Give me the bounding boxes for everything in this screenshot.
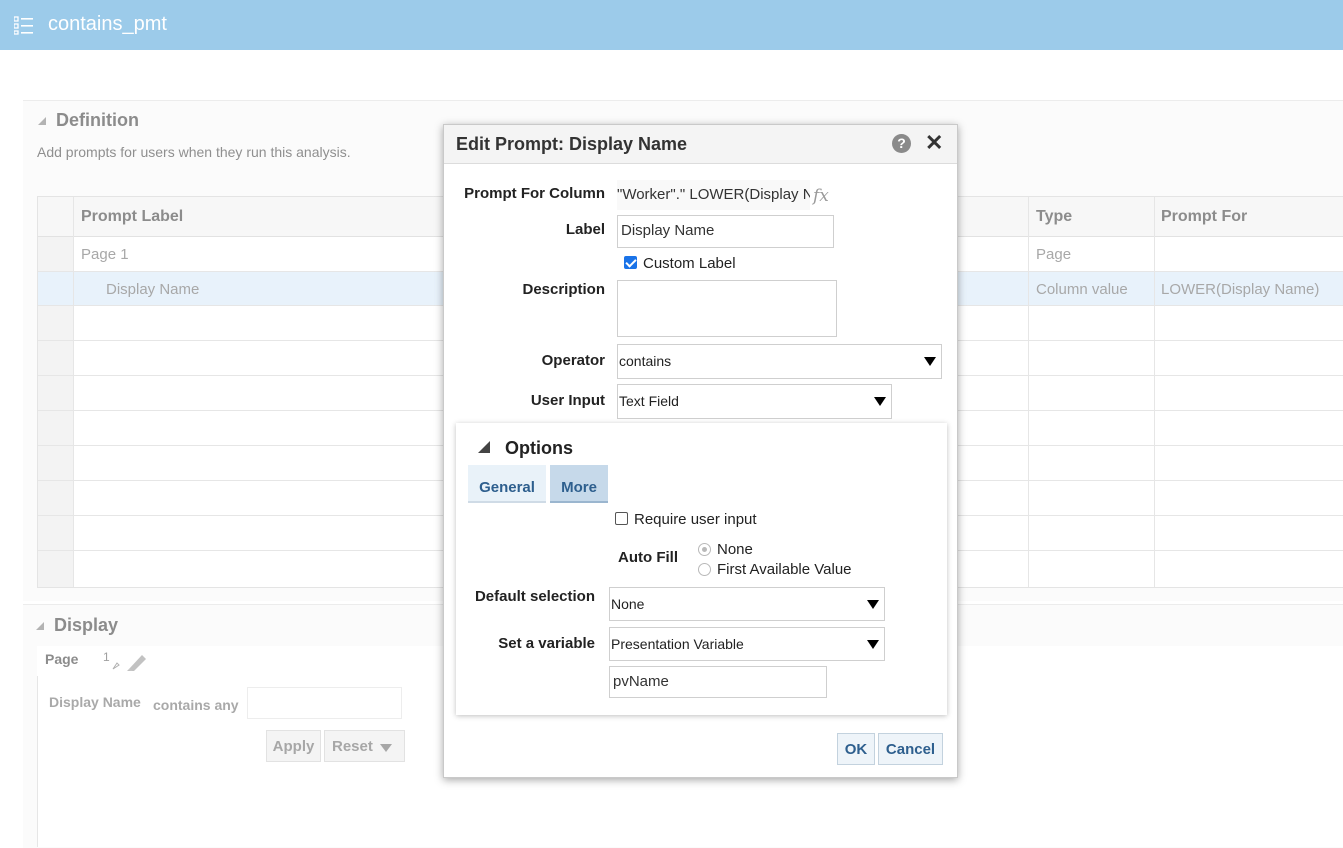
- default-selection-label: Default selection: [474, 588, 595, 605]
- auto-fill-first-text: First Available Value: [717, 561, 852, 578]
- table-row-page-label[interactable]: Page 1: [81, 246, 129, 263]
- app-header: contains_pmt: [0, 0, 1343, 50]
- prompt-for-column-label: Prompt For Column: [464, 185, 605, 202]
- display-header[interactable]: Display: [36, 615, 118, 636]
- set-variable-label: Set a variable: [498, 635, 595, 652]
- operator-label: Operator: [541, 352, 605, 369]
- description-textarea[interactable]: [617, 280, 837, 337]
- table-row-page-type: Page: [1036, 246, 1072, 263]
- page-title: contains_pmt: [48, 13, 167, 35]
- variable-name-input[interactable]: pvName: [609, 666, 827, 698]
- user-input-select[interactable]: Text Field: [617, 384, 892, 419]
- chevron-down-icon: [380, 744, 392, 752]
- require-user-input-checkbox[interactable]: [615, 512, 628, 525]
- table-row-prompt-label[interactable]: Display Name: [106, 281, 199, 298]
- dialog-title: Edit Prompt: Display Name: [456, 134, 688, 154]
- custom-label-checkbox[interactable]: [624, 256, 637, 269]
- auto-fill-label: Auto Fill: [618, 549, 678, 566]
- close-icon[interactable]: ✕: [925, 130, 943, 156]
- label-field-label: Label: [565, 221, 605, 238]
- chevron-down-icon: [874, 397, 886, 406]
- definition-header[interactable]: Definition: [38, 110, 139, 131]
- tab-general[interactable]: General: [468, 465, 546, 503]
- help-icon[interactable]: ?: [892, 134, 911, 153]
- reset-button[interactable]: Reset: [324, 730, 405, 762]
- definition-hint: Add prompts for users when they run this…: [37, 144, 351, 160]
- preview-operator: contains any: [153, 697, 239, 713]
- edit-prompt-dialog: Edit Prompt: Display Name ? ✕ Prompt For…: [443, 124, 958, 778]
- user-input-label: User Input: [530, 392, 605, 409]
- label-input[interactable]: Display Name: [617, 215, 834, 248]
- chevron-down-icon: [924, 357, 936, 366]
- tab-more[interactable]: More: [550, 465, 608, 503]
- ok-button[interactable]: OK: [837, 733, 875, 765]
- require-user-input-text: Require user input: [634, 511, 757, 528]
- preview-input[interactable]: [247, 687, 402, 719]
- operator-select[interactable]: contains: [617, 344, 942, 379]
- auto-fill-none-radio[interactable]: [698, 543, 711, 556]
- auto-fill-first-radio[interactable]: [698, 563, 711, 576]
- edit-pencil-icon[interactable]: [111, 649, 149, 671]
- column-header-prompt-for[interactable]: Prompt For: [1161, 208, 1247, 226]
- page-label: Page: [45, 651, 79, 667]
- list-menu-icon[interactable]: [14, 16, 33, 35]
- fx-formula-icon[interactable]: fx: [813, 186, 829, 206]
- dialog-header: Edit Prompt: Display Name ? ✕: [444, 125, 957, 164]
- description-label: Description: [522, 281, 605, 298]
- custom-label-text: Custom Label: [643, 255, 736, 272]
- chevron-down-icon: [867, 600, 879, 609]
- chevron-down-icon: [867, 640, 879, 649]
- prompt-for-column-value: "Worker"." LOWER(Display N: [617, 180, 810, 210]
- set-variable-select[interactable]: Presentation Variable: [609, 627, 885, 661]
- options-title: Options: [505, 438, 573, 458]
- cancel-button[interactable]: Cancel: [878, 733, 943, 765]
- collapse-triangle-icon[interactable]: [36, 622, 44, 631]
- table-row-prompt-type: Column value: [1036, 281, 1128, 298]
- table-row-prompt-for: LOWER(Display Name): [1161, 281, 1320, 298]
- column-header-type[interactable]: Type: [1036, 208, 1072, 226]
- collapse-triangle-icon[interactable]: [478, 441, 490, 453]
- default-selection-select[interactable]: None: [609, 587, 885, 621]
- collapse-triangle-icon[interactable]: [38, 117, 46, 126]
- column-header-prompt-label[interactable]: Prompt Label: [81, 208, 183, 226]
- apply-button[interactable]: Apply: [266, 730, 321, 762]
- preview-label: Display Name: [49, 694, 141, 710]
- page-number[interactable]: 1: [103, 650, 110, 664]
- options-panel: Options General More Require user input …: [456, 423, 947, 715]
- row-gutter: [38, 197, 73, 587]
- auto-fill-none-text: None: [717, 541, 753, 558]
